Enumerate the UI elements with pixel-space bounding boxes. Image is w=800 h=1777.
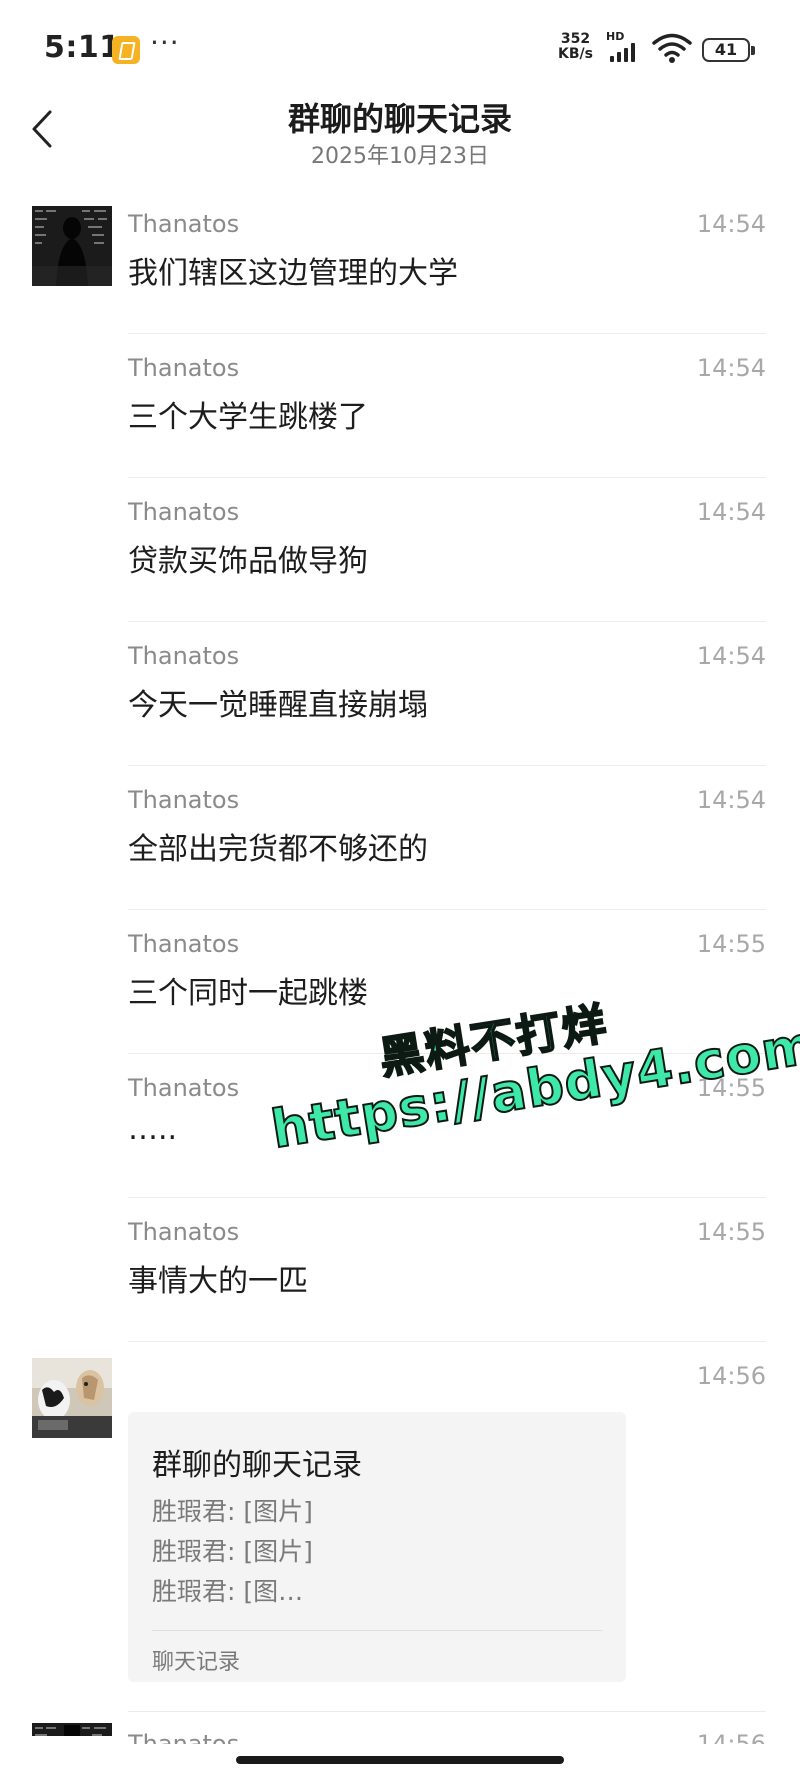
cell-signal-icon [610,42,635,62]
message-time: 14:54 [696,354,766,382]
message-time: 14:54 [696,642,766,670]
message-sender: Thanatos [128,354,240,382]
message-text: 贷款买饰品做导狗 [128,544,368,579]
battery-icon: 41 [702,38,755,62]
message-item[interactable]: Thanatos 14:54 三个大学生跳楼了 [0,334,800,478]
card-title: 群聊的聊天记录 [152,1448,362,1483]
message-sender: Thanatos [128,642,240,670]
message-text: ….. [128,1112,178,1147]
message-item[interactable]: Thanatos 14:54 今天一觉睡醒直接崩塌 [0,622,800,766]
header: 群聊的聊天记录 2025年10月23日 [0,88,800,178]
message-sender: Thanatos [128,210,240,238]
avatar[interactable] [32,1358,112,1438]
card-preview-line: 胜瑕君: [图片] [152,1497,313,1526]
message-text: 今天一觉睡醒直接崩塌 [128,688,428,723]
network-speed: 352 KB/s [558,32,593,62]
chat-history-screen: 5:11 ··· 352 KB/s HD 41 群聊的聊天记录 2025年10月… [0,0,800,1777]
message-item[interactable]: Thanatos 14:54 我们辖区这边管理的大学 [0,190,800,334]
more-notifications-icon: ··· [150,26,180,59]
avatar[interactable] [32,206,112,286]
message-time: 14:54 [696,498,766,526]
message-sender: Thanatos [128,1730,240,1744]
chat-record-card[interactable]: 群聊的聊天记录 胜瑕君: [图片] 胜瑕君: [图片] 胜瑕君: [图… 聊天记… [128,1412,626,1682]
home-indicator[interactable] [236,1756,564,1764]
message-time: 14:55 [696,930,766,958]
card-footer-label: 聊天记录 [152,1650,241,1675]
message-item[interactable]: Thanatos 14:55 ….. [0,1054,800,1198]
message-text: 三个大学生跳楼了 [128,400,368,435]
message-time: 14:56 [696,1730,766,1744]
message-sender: Thanatos [128,786,240,814]
message-item[interactable]: Thanatos 14:55 三个同时一起跳楼 [0,910,800,1054]
message-item-chat-record[interactable]: 14:56 群聊的聊天记录 胜瑕君: [图片] 胜瑕君: [图片] 胜瑕君: [… [0,1342,800,1712]
message-sender: Thanatos [128,930,240,958]
message-text: 我们辖区这边管理的大学 [128,256,458,291]
page-date: 2025年10月23日 [311,144,489,169]
card-preview-line: 胜瑕君: [图片] [152,1537,313,1566]
message-time: 14:56 [696,1362,766,1390]
page-title: 群聊的聊天记录 [287,100,512,138]
status-time: 5:11 [44,30,121,65]
message-time: 14:54 [696,210,766,238]
status-bar: 5:11 ··· 352 KB/s HD 41 [0,0,800,100]
message-item[interactable]: Thanatos 14:54 全部出完货都不够还的 [0,766,800,910]
notes-app-icon [112,36,140,64]
message-time: 14:55 [696,1074,766,1102]
message-time: 14:55 [696,1218,766,1246]
message-item[interactable]: Thanatos 14:55 事情大的一匹 [0,1198,800,1342]
message-text: 事情大的一匹 [128,1264,308,1299]
card-divider [152,1630,602,1631]
message-sender: Thanatos [128,1074,240,1102]
network-speed-unit: KB/s [558,46,593,62]
message-sender: Thanatos [128,1218,240,1246]
message-list[interactable]: Thanatos 14:54 我们辖区这边管理的大学 Thanatos 14:5… [0,190,800,1772]
network-speed-value: 352 [560,31,591,47]
avatar[interactable] [32,1722,112,1736]
message-text: 全部出完货都不够还的 [128,832,428,867]
card-preview-line: 胜瑕君: [图… [152,1577,304,1606]
message-item[interactable]: Thanatos 14:54 贷款买饰品做导狗 [0,478,800,622]
message-time: 14:54 [696,786,766,814]
message-sender: Thanatos [128,498,240,526]
message-text: 三个同时一起跳楼 [128,976,368,1011]
wifi-icon [652,33,692,63]
